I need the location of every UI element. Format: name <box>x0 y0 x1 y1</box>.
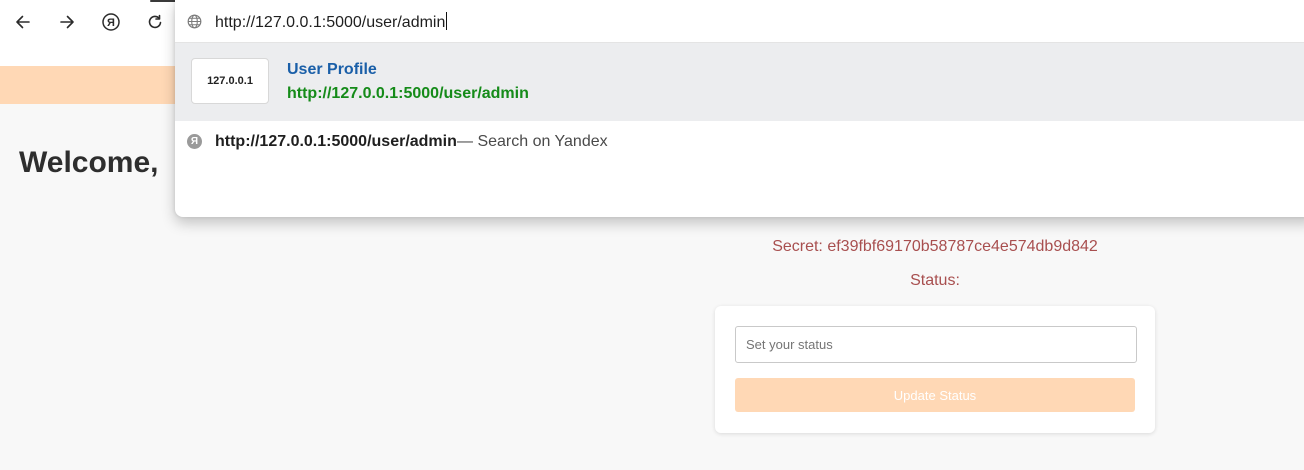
suggestion-title: User Profile <box>287 61 377 78</box>
text-caret <box>446 12 448 30</box>
suggestion-item-search[interactable]: Я http://127.0.0.1:5000/user/admin — Sea… <box>175 122 1304 162</box>
omnibox-dropdown: http://127.0.0.1:5000/user/admin 127.0.0… <box>175 0 1304 217</box>
secret-text: Secret: ef39fbf69170b58787ce4e574db9d842 <box>772 238 1098 255</box>
svg-text:Я: Я <box>107 17 115 29</box>
search-query-text: http://127.0.0.1:5000/user/admin <box>215 133 457 150</box>
address-text: http://127.0.0.1:5000/user/admin <box>215 14 446 31</box>
suggestion-item-user-profile[interactable]: 127.0.0.1 User Profile http://127.0.0.1:… <box>175 43 1304 121</box>
yandex-icon[interactable]: Я <box>97 8 125 36</box>
status-card: Update Status <box>715 306 1155 433</box>
globe-icon <box>187 14 202 29</box>
welcome-heading: Welcome, <box>19 146 159 179</box>
address-input[interactable]: http://127.0.0.1:5000/user/admin <box>215 12 448 33</box>
site-favicon-tile: 127.0.0.1 <box>191 58 269 104</box>
suggestion-url: http://127.0.0.1:5000/user/admin <box>287 85 529 102</box>
reload-icon[interactable] <box>141 8 169 36</box>
search-suffix-text: — Search on Yandex <box>457 133 608 150</box>
yandex-search-icon: Я <box>187 134 202 149</box>
status-input[interactable] <box>735 326 1137 363</box>
update-status-button[interactable]: Update Status <box>735 378 1135 412</box>
back-arrow-icon[interactable] <box>9 8 37 36</box>
address-bar[interactable]: http://127.0.0.1:5000/user/admin <box>175 0 1304 43</box>
forward-arrow-icon[interactable] <box>53 8 81 36</box>
status-label: Status: <box>910 272 960 289</box>
